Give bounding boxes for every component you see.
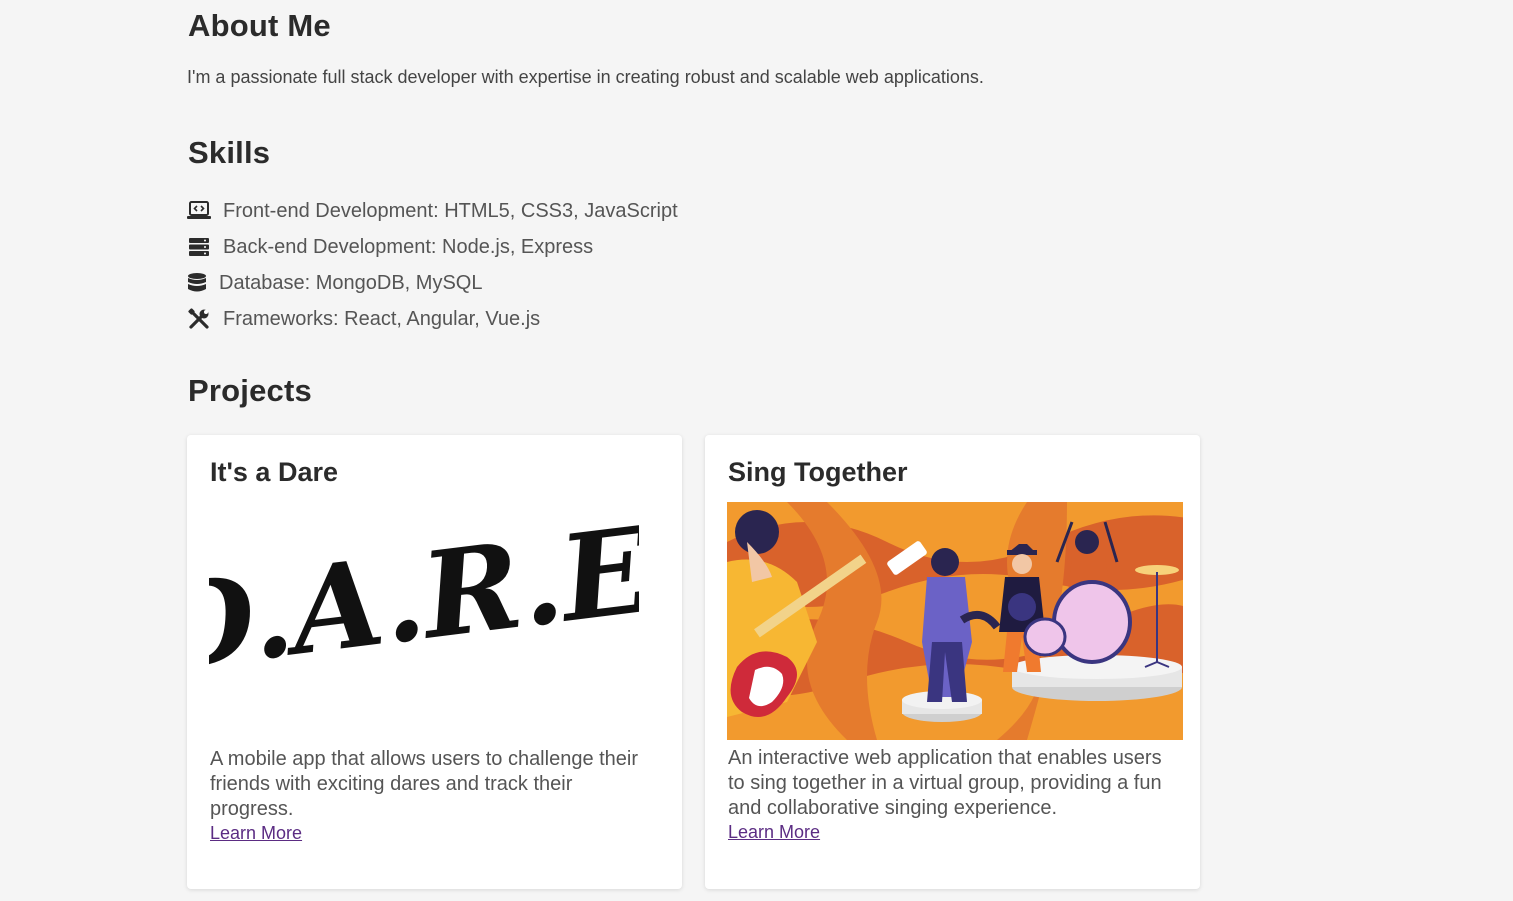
skill-item-backend: Back-end Development: Node.js, Express bbox=[187, 229, 678, 265]
about-text: I'm a passionate full stack developer wi… bbox=[187, 67, 984, 87]
band-illustration-image bbox=[727, 502, 1183, 740]
project-description-block: An interactive web application that enab… bbox=[728, 746, 1178, 844]
skill-label: Database: MongoDB, MySQL bbox=[219, 271, 483, 294]
learn-more-link[interactable]: Learn More bbox=[728, 821, 1178, 844]
skill-label: Front-end Development: HTML5, CSS3, Java… bbox=[223, 199, 678, 222]
dare-logo-image: D.A.R.E. bbox=[209, 520, 639, 675]
skill-item-frameworks: Frameworks: React, Angular, Vue.js bbox=[187, 301, 678, 337]
skills-list: Front-end Development: HTML5, CSS3, Java… bbox=[187, 193, 678, 337]
server-icon bbox=[187, 236, 211, 258]
tools-icon bbox=[187, 308, 211, 330]
skills-heading: Skills bbox=[188, 135, 271, 170]
projects-heading: Projects bbox=[188, 373, 312, 408]
project-description: An interactive web application that enab… bbox=[728, 747, 1162, 819]
skill-label: Frameworks: React, Angular, Vue.js bbox=[223, 307, 541, 330]
project-card-dare: It's a Dare D.A.R.E. A mobile app that a… bbox=[187, 435, 682, 889]
about-heading: About Me bbox=[188, 8, 331, 43]
project-description-block: A mobile app that allows users to challe… bbox=[210, 747, 660, 845]
skill-item-frontend: Front-end Development: HTML5, CSS3, Java… bbox=[187, 193, 678, 229]
skill-item-database: Database: MongoDB, MySQL bbox=[187, 265, 678, 301]
project-title: It's a Dare bbox=[210, 457, 338, 487]
project-description: A mobile app that allows users to challe… bbox=[210, 748, 639, 820]
skill-label: Back-end Development: Node.js, Express bbox=[223, 235, 594, 258]
learn-more-link[interactable]: Learn More bbox=[210, 822, 660, 845]
svg-text:D.A.R.E.: D.A.R.E. bbox=[209, 520, 639, 675]
project-title: Sing Together bbox=[728, 457, 908, 487]
laptop-code-icon bbox=[187, 200, 211, 222]
project-card-sing-together: Sing Together An interactive web applica… bbox=[705, 435, 1200, 889]
database-icon bbox=[187, 272, 207, 294]
